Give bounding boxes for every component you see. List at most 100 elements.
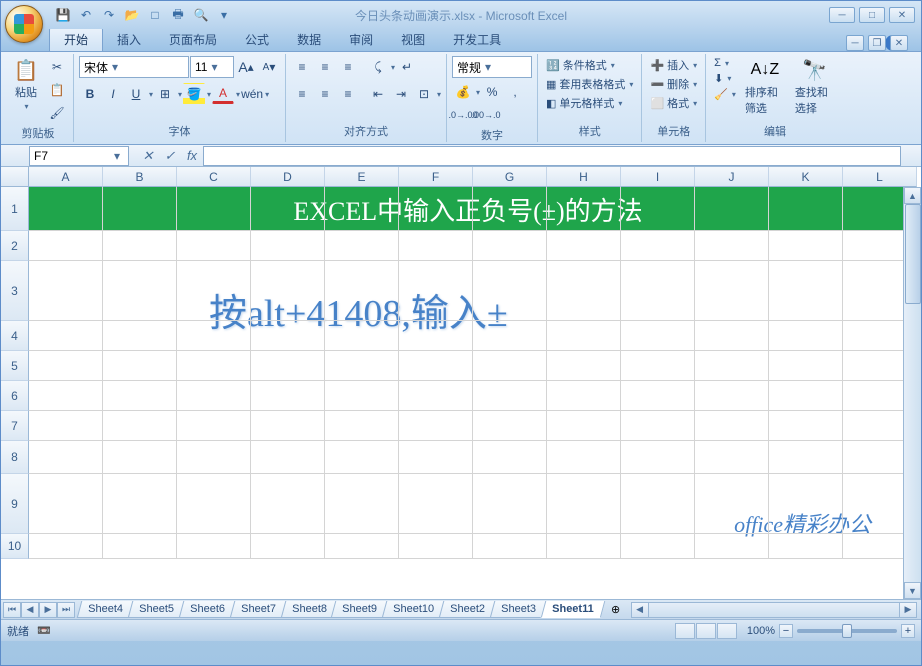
next-sheet-icon[interactable]: ▶ [39,602,57,618]
cell[interactable] [547,441,621,474]
cell[interactable] [769,261,843,321]
cell[interactable] [325,351,399,381]
row-header-9[interactable]: 9 [1,474,29,534]
cell[interactable] [103,231,177,261]
cell[interactable] [399,261,473,321]
delete-cells-button[interactable]: ➖删除▾ [647,75,700,93]
cell-styles-button[interactable]: ◧单元格样式▾ [543,94,625,112]
sort-filter-button[interactable]: A↓Z 排序和筛选 [741,56,789,118]
scroll-left-icon[interactable]: ◀ [632,603,649,617]
cell[interactable] [547,474,621,534]
align-left-icon[interactable]: ≡ [291,83,313,105]
cell[interactable] [621,441,695,474]
conditional-format-button[interactable]: 🔢条件格式▾ [543,56,618,74]
col-header-A[interactable]: A [29,167,103,187]
align-middle-icon[interactable]: ≡ [314,56,336,78]
scroll-up-icon[interactable]: ▲ [904,187,921,204]
zoom-in-icon[interactable]: + [901,624,915,638]
save-icon[interactable]: 💾 [53,5,73,25]
scroll-right-icon[interactable]: ▶ [899,603,916,617]
enter-icon[interactable]: ✓ [159,147,181,165]
find-select-button[interactable]: 🔭 查找和选择 [791,56,839,118]
cell[interactable] [695,351,769,381]
col-header-F[interactable]: F [399,167,473,187]
tab-data[interactable]: 数据 [283,28,335,51]
cell[interactable] [769,534,843,559]
cell[interactable] [177,187,251,231]
close-button[interactable]: ✕ [889,7,915,23]
cell[interactable] [769,441,843,474]
cell[interactable] [621,231,695,261]
prev-sheet-icon[interactable]: ◀ [21,602,39,618]
fill-color-icon[interactable]: 🪣 [183,83,205,105]
decrease-indent-icon[interactable]: ⇤ [367,83,389,105]
workbook-restore[interactable]: ❐ [868,35,886,51]
sheet-tab-sheet5[interactable]: Sheet5 [128,601,185,618]
cell[interactable] [29,534,103,559]
font-name-combo[interactable]: 宋体▾ [79,56,189,78]
zoom-thumb[interactable] [842,624,852,638]
font-color-icon[interactable]: A [212,85,234,104]
zoom-slider[interactable] [797,629,897,633]
cell[interactable] [177,441,251,474]
tab-home[interactable]: 开始 [49,27,103,51]
orientation-icon[interactable]: ⤹ [367,56,389,78]
cell[interactable] [473,381,547,411]
cell[interactable] [177,351,251,381]
comma-icon[interactable]: , [504,81,526,103]
col-header-K[interactable]: K [769,167,843,187]
col-header-C[interactable]: C [177,167,251,187]
page-layout-view-icon[interactable] [696,623,716,639]
cell[interactable] [325,441,399,474]
col-header-G[interactable]: G [473,167,547,187]
cell[interactable] [29,474,103,534]
underline-button[interactable]: U [125,83,147,105]
italic-button[interactable]: I [102,83,124,105]
cell[interactable] [473,411,547,441]
col-header-D[interactable]: D [251,167,325,187]
macro-icon[interactable]: 📼 [37,624,51,637]
row-header-7[interactable]: 7 [1,411,29,441]
cell[interactable] [547,351,621,381]
cell[interactable] [29,411,103,441]
tab-insert[interactable]: 插入 [103,28,155,51]
tab-view[interactable]: 视图 [387,28,439,51]
select-all-corner[interactable] [1,167,29,187]
currency-icon[interactable]: 💰 [452,81,474,103]
horizontal-scrollbar[interactable]: ◀ ▶ [631,602,917,618]
cell[interactable] [251,261,325,321]
cell[interactable] [325,187,399,231]
zoom-out-icon[interactable]: − [779,624,793,638]
cell[interactable] [547,231,621,261]
workbook-close[interactable]: ✕ [890,35,908,51]
sheet-tab-sheet11[interactable]: Sheet11 [541,601,605,618]
cell[interactable] [399,411,473,441]
new-icon[interactable]: □ [145,5,165,25]
border-icon[interactable]: ⊞ [154,83,176,105]
cell[interactable] [399,474,473,534]
vscroll-thumb[interactable] [905,204,921,304]
sheet-tab-sheet9[interactable]: Sheet9 [331,601,388,618]
percent-icon[interactable]: % [481,81,503,103]
cell[interactable] [769,474,843,534]
cell[interactable] [695,231,769,261]
cell[interactable] [695,381,769,411]
open-icon[interactable]: 📂 [122,5,142,25]
cell[interactable] [251,534,325,559]
cell[interactable] [399,534,473,559]
vertical-scrollbar[interactable]: ▲ ▼ [903,187,921,599]
cell[interactable] [769,381,843,411]
cell[interactable] [251,381,325,411]
cell[interactable] [399,441,473,474]
sheet-tab-sheet6[interactable]: Sheet6 [178,601,235,618]
cell[interactable] [325,411,399,441]
paste-button[interactable]: 📋 粘贴 ▾ [8,56,44,113]
first-sheet-icon[interactable]: ⏮ [3,602,21,618]
cell[interactable] [251,351,325,381]
sheet-tab-sheet3[interactable]: Sheet3 [490,601,547,618]
cell[interactable] [621,381,695,411]
cell[interactable] [621,474,695,534]
cell[interactable] [325,381,399,411]
cell[interactable] [473,351,547,381]
fill-button[interactable]: ⬇▾ [711,71,739,86]
